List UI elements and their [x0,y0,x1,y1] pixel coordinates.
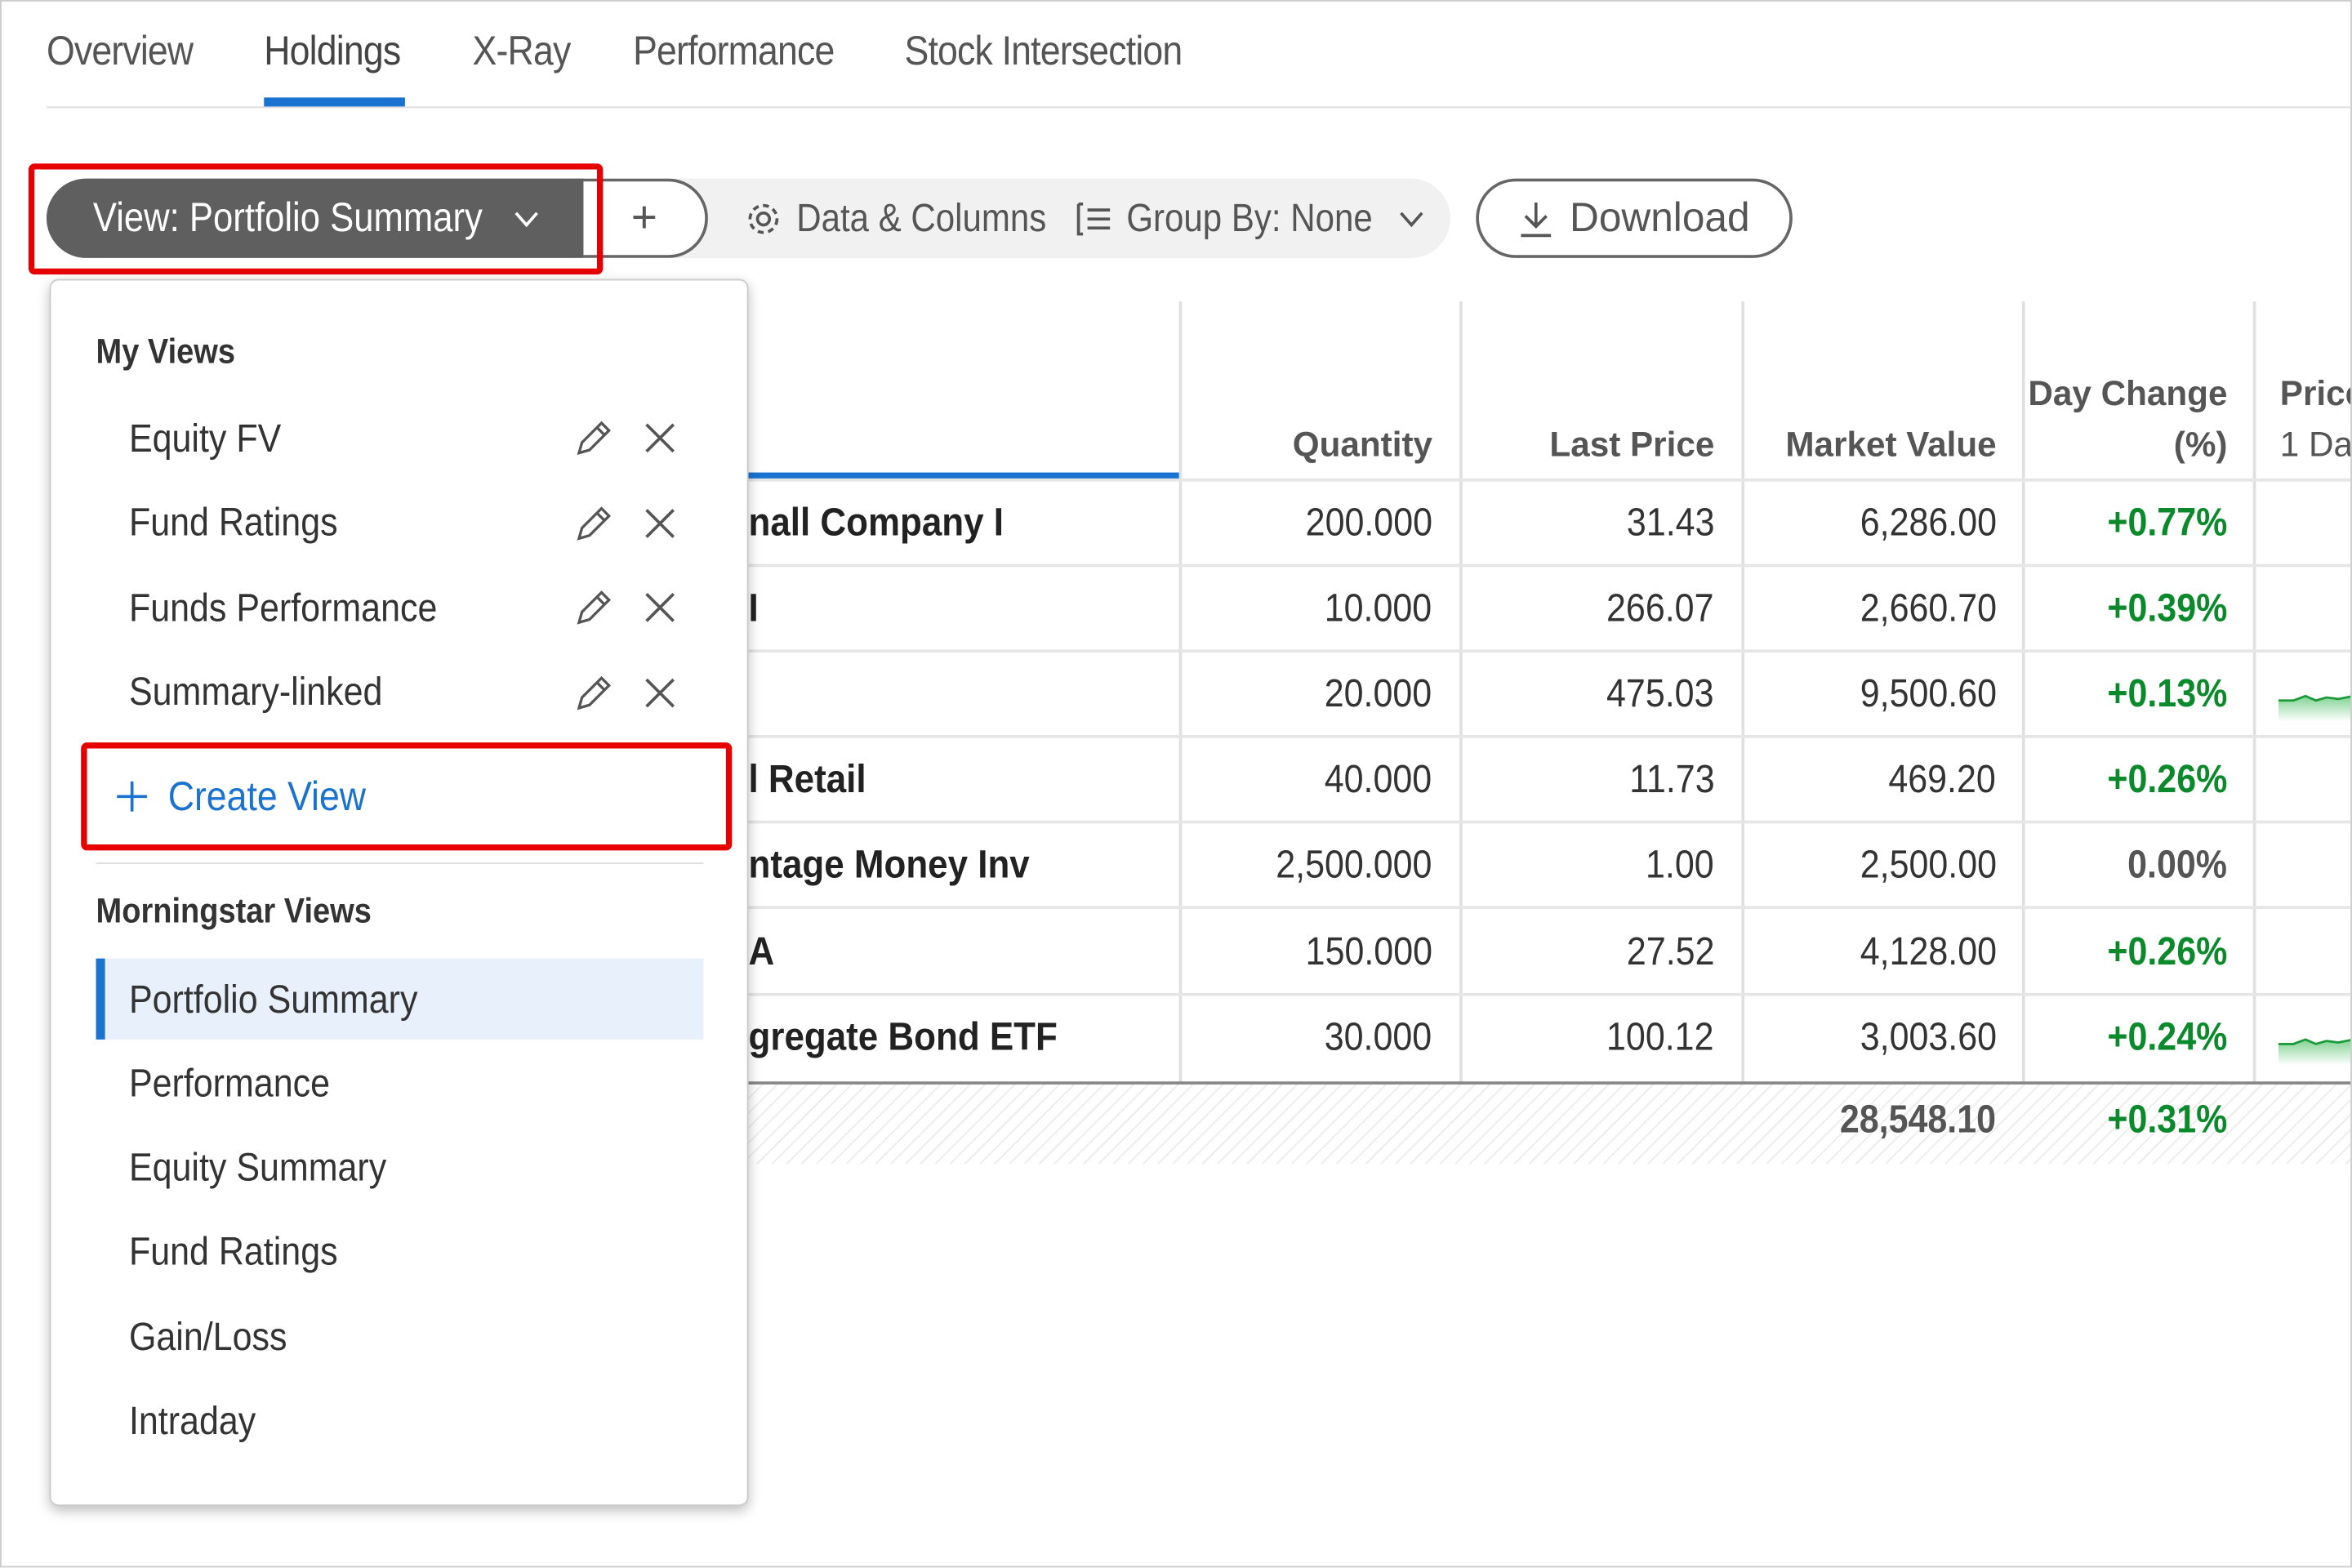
market-value-cell: 3,003.60 [1860,1013,1997,1058]
total-day-change: +0.31% [2107,1096,2228,1142]
menu-item-morningstar-view[interactable]: Equity Summary [96,1127,704,1208]
tab-x-ray[interactable]: X-Ray [473,29,572,75]
day-change-cell: +0.26% [2107,927,2228,973]
data-columns-label: Data & Columns [796,194,1047,240]
tab-performance[interactable]: Performance [633,29,835,75]
download-icon [1521,202,1552,237]
day-change-cell: +0.39% [2107,585,2228,630]
quantity-cell: 2,500.000 [1276,842,1433,888]
menu-item-label: Intraday [128,1397,256,1443]
header-market-value[interactable]: Market Value [1785,418,1996,469]
holding-name: nall Company I [748,499,1004,545]
day-change-cell: 0.00% [2127,842,2228,888]
menu-item-label: Performance [128,1060,330,1106]
quantity-cell: 20.000 [1325,670,1433,716]
quantity-cell: 10.000 [1325,585,1433,630]
holdings-page: Overview Holdings X-Ray Performance Stoc… [0,0,2352,1568]
price-sparkline [2278,688,2351,733]
delete-x-icon[interactable] [639,671,680,713]
header-last-price[interactable]: Last Price [1549,418,1714,469]
last-price-cell: 31.43 [1626,499,1715,545]
menu-item-morningstar-view[interactable]: Portfolio Summary [96,958,704,1040]
sort-indicator [748,472,1179,479]
edit-pencil-icon[interactable] [573,417,615,459]
header-quantity[interactable]: Quantity [1293,418,1432,469]
menu-item-morningstar-view[interactable]: Fund Ratings [96,1212,704,1293]
chevron-down-icon [1400,211,1424,227]
menu-item-label: Equity FV [128,414,282,460]
last-price-cell: 475.03 [1606,670,1715,716]
holding-name: A [748,927,775,973]
menu-item-label: Gain/Loss [128,1313,287,1359]
delete-x-icon[interactable] [639,501,680,543]
edit-pencil-icon[interactable] [573,586,615,628]
create-view-button[interactable]: Create View [81,742,733,851]
holding-name: l Retail [748,756,866,802]
header-price-period: 1 Day [2279,424,2352,464]
quantity-cell: 150.000 [1305,927,1433,973]
menu-item-morningstar-view[interactable]: Gain/Loss [96,1296,704,1377]
edit-pencil-icon[interactable] [573,501,615,543]
menu-item-morningstar-view[interactable]: Performance [96,1043,704,1124]
holding-name: gregate Bond ETF [748,1013,1058,1058]
my-views-header: My Views [96,331,236,371]
menu-divider [96,862,704,864]
highlight-box-view-selector [28,163,604,275]
group-by-dropdown[interactable]: Group By: None [1074,179,1424,258]
header-day-change-unit: (%) [2173,424,2228,464]
holding-name: I [748,585,759,630]
holding-name: ntage Money Inv [748,842,1030,888]
data-columns-button[interactable]: Data & Columns [744,179,1080,258]
morningstar-views-header: Morningstar Views [96,890,372,930]
delete-x-icon[interactable] [639,417,680,459]
last-price-cell: 266.07 [1606,585,1715,630]
menu-item-morningstar-view[interactable]: Intraday [96,1381,704,1462]
views-dropdown-menu: My Views Equity FV Fund Ratings Funds Perf… [49,278,749,1507]
gear-icon [748,203,779,234]
tab-overview[interactable]: Overview [47,29,194,75]
plus-icon [117,781,147,812]
quantity-cell: 40.000 [1325,756,1433,802]
download-label: Download [1570,194,1750,240]
total-market-value: 28,548.10 [1840,1096,1997,1142]
menu-item-label: Portfolio Summary [128,975,418,1021]
market-value-cell: 469.20 [1889,756,1997,802]
day-change-cell: +0.13% [2107,670,2228,716]
last-price-cell: 100.12 [1606,1013,1715,1058]
menu-item-label: Summary-linked [128,669,383,715]
create-view-label: Create View [167,773,367,818]
header-price[interactable]: Price [2280,368,2350,418]
market-value-cell: 2,500.00 [1860,842,1997,888]
edit-pencil-icon[interactable] [573,671,615,713]
day-change-cell: +0.26% [2107,756,2228,802]
market-value-cell: 2,660.70 [1860,585,1997,630]
header-day-change[interactable]: Day Change [2028,368,2227,418]
menu-item-label: Fund Ratings [128,499,338,545]
menu-item-label: Fund Ratings [128,1228,338,1275]
tab-stock-intersection[interactable]: Stock Intersection [905,29,1183,75]
delete-x-icon[interactable] [639,586,680,628]
market-value-cell: 4,128.00 [1860,927,1997,973]
quantity-cell: 30.000 [1325,1013,1433,1058]
menu-item-label: Equity Summary [128,1144,387,1190]
day-change-cell: +0.77% [2107,499,2228,545]
tab-divider [46,106,2351,109]
last-price-cell: 11.73 [1628,756,1715,802]
market-value-cell: 6,286.00 [1860,499,1997,545]
price-sparkline [2278,1031,2351,1076]
day-change-cell: +0.24% [2107,1013,2228,1058]
tab-holdings[interactable]: Holdings [264,29,401,75]
last-price-cell: 27.52 [1626,927,1715,973]
market-value-cell: 9,500.60 [1860,670,1997,716]
download-button[interactable]: Download [1476,178,1793,258]
active-tab-indicator [264,97,405,107]
last-price-cell: 1.00 [1646,842,1715,888]
list-icon [1076,202,1111,235]
group-by-label: Group By: None [1126,194,1373,240]
menu-item-label: Funds Performance [128,584,438,630]
quantity-cell: 200.000 [1305,499,1433,545]
